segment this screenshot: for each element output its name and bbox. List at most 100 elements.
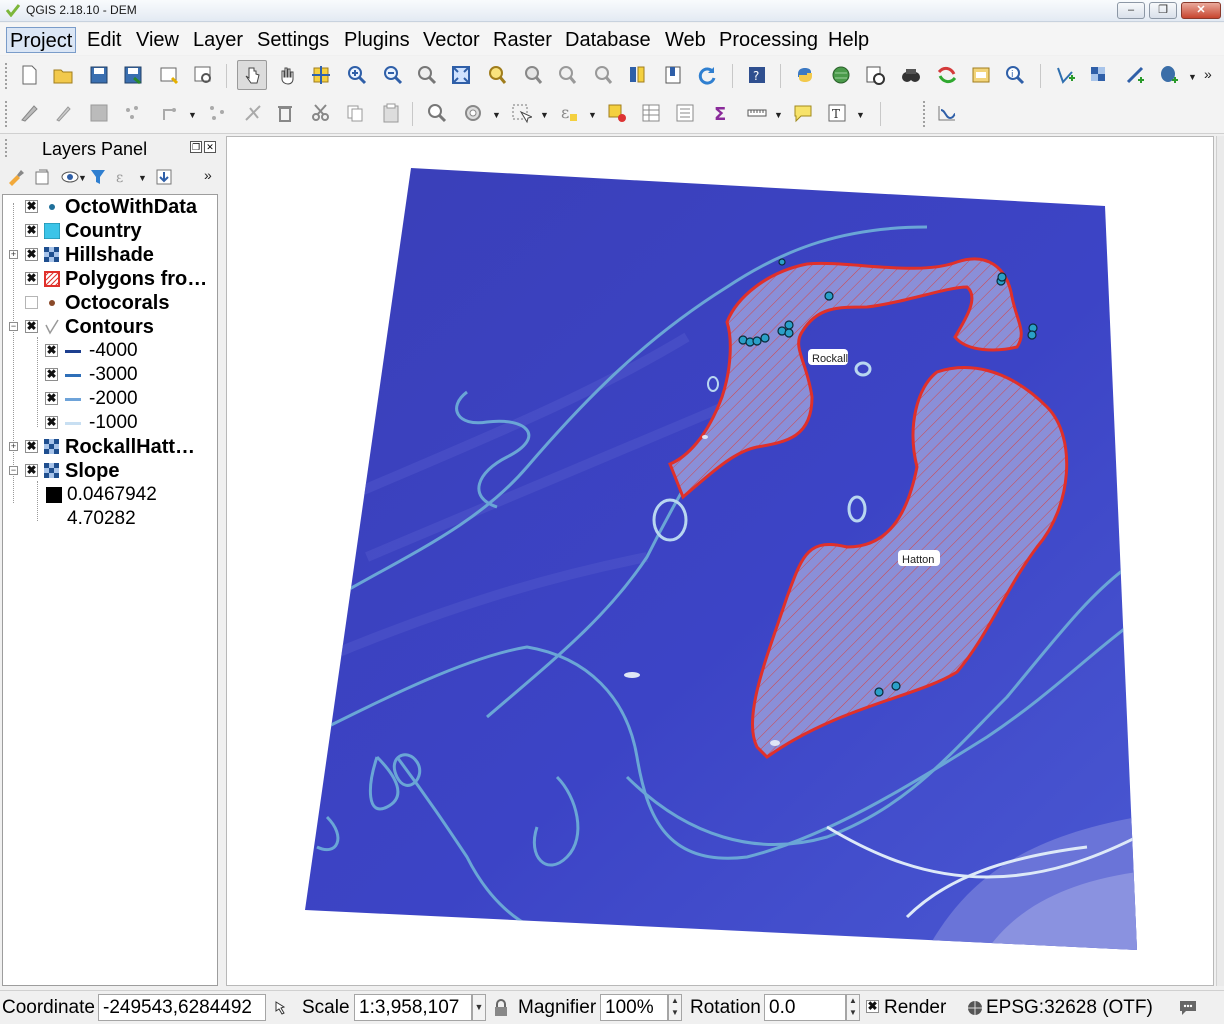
chevron-down-icon[interactable]: ▼ [138, 173, 147, 183]
add-postgis-layer-icon[interactable] [1154, 60, 1184, 90]
close-panel-button[interactable]: ✕ [204, 141, 216, 153]
add-group-icon[interactable] [32, 167, 52, 187]
pan-to-selection-icon[interactable] [306, 60, 336, 90]
measure-line-icon[interactable] [742, 98, 772, 128]
cut-features-icon[interactable] [306, 98, 336, 128]
menu-layer[interactable]: Layer [190, 27, 246, 53]
attribute-table-icon[interactable] [636, 98, 666, 128]
show-bookmarks-icon[interactable] [658, 60, 688, 90]
layer-row-contours[interactable]: − ✖ Contours [3, 315, 217, 339]
expand-toggle[interactable]: + [9, 250, 18, 259]
zoom-in-icon[interactable] [342, 60, 372, 90]
new-project-icon[interactable] [14, 60, 44, 90]
coordinate-field[interactable]: -249543,6284492 [98, 994, 266, 1021]
panel-drag-handle[interactable] [4, 138, 8, 158]
binoculars-icon[interactable] [896, 60, 926, 90]
zoom-next-icon[interactable] [588, 60, 618, 90]
help-icon[interactable]: ? [742, 60, 772, 90]
minimize-button[interactable]: – [1117, 2, 1145, 19]
identify-features-icon[interactable] [422, 98, 452, 128]
class-visibility-checkbox[interactable]: ✖ [45, 368, 58, 381]
pan-map-icon[interactable] [272, 60, 302, 90]
manage-visibility-icon[interactable] [60, 167, 80, 187]
text-annotation-icon[interactable]: T [822, 98, 852, 128]
zoom-out-icon[interactable] [378, 60, 408, 90]
class-visibility-checkbox[interactable]: ✖ [45, 344, 58, 357]
render-checkbox[interactable]: ✖ [866, 1000, 879, 1013]
expand-all-icon[interactable] [154, 167, 174, 187]
menu-view[interactable]: View [133, 27, 182, 53]
save-edits-icon[interactable] [84, 98, 114, 128]
menu-web[interactable]: Web [662, 27, 709, 53]
float-panel-button[interactable]: ❐ [190, 141, 202, 153]
refresh-icon[interactable] [692, 60, 722, 90]
run-feature-action-icon[interactable] [458, 98, 488, 128]
toolbar-handle[interactable] [4, 100, 8, 128]
rotation-spinner[interactable]: ▲ ▼ [846, 994, 860, 1021]
add-vector-layer-icon[interactable] [1050, 60, 1080, 90]
chevron-down-icon[interactable]: ▼ [856, 110, 865, 120]
crs-status[interactable]: EPSG:32628 (OTF) [986, 995, 1153, 1021]
chevron-down-icon[interactable]: ▼ [774, 110, 783, 120]
panel-toolbar-overflow-icon[interactable]: » [204, 167, 212, 183]
filter-expression-icon[interactable]: ε [114, 167, 134, 187]
menu-processing[interactable]: Processing [716, 27, 821, 53]
current-edits-icon[interactable] [14, 98, 44, 128]
menu-plugins[interactable]: Plugins [341, 27, 413, 53]
chevron-down-icon[interactable]: ▼ [78, 173, 87, 183]
chevron-down-icon[interactable]: ▼ [588, 110, 597, 120]
layer-visibility-checkbox[interactable] [25, 296, 38, 309]
style-manager-icon[interactable] [6, 167, 26, 187]
toggle-editing-icon[interactable] [48, 98, 78, 128]
crs-globe-icon[interactable] [966, 999, 984, 1017]
toggle-extents-icon[interactable] [272, 999, 290, 1017]
menu-settings[interactable]: Settings [254, 27, 332, 53]
map-canvas[interactable]: Rockall Hatton [226, 136, 1214, 986]
layer-row-hillshade[interactable]: + ✖ Hillshade [3, 243, 217, 267]
maximize-button[interactable]: ❐ [1149, 2, 1177, 19]
messages-icon[interactable] [1178, 999, 1198, 1017]
deselect-features-icon[interactable] [602, 98, 632, 128]
layer-row-rockallhatton[interactable]: + ✖ RockallHatt… [3, 435, 217, 459]
sample-point[interactable] [784, 328, 794, 338]
zoom-to-selection-icon[interactable] [482, 60, 512, 90]
magnifier-spinner[interactable]: ▲ ▼ [668, 994, 682, 1021]
sample-point[interactable] [778, 258, 786, 266]
class-visibility-checkbox[interactable]: ✖ [45, 392, 58, 405]
collapse-toggle[interactable]: − [9, 466, 18, 475]
add-circular-string-icon[interactable] [156, 98, 186, 128]
layer-visibility-checkbox[interactable]: ✖ [25, 224, 38, 237]
profile-tool-icon[interactable] [932, 98, 962, 128]
identify-plugin-icon[interactable]: i [1000, 60, 1030, 90]
composer-manager-icon[interactable] [188, 60, 218, 90]
copy-features-icon[interactable] [340, 98, 370, 128]
select-by-expression-icon[interactable]: ε [554, 98, 584, 128]
menu-edit[interactable]: Edit [84, 27, 124, 53]
map-tips-icon[interactable] [788, 98, 818, 128]
save-project-icon[interactable] [84, 60, 114, 90]
new-print-composer-icon[interactable] [154, 60, 184, 90]
layer-visibility-checkbox[interactable]: ✖ [25, 200, 38, 213]
layer-visibility-checkbox[interactable]: ✖ [25, 320, 38, 333]
layer-row-octowithdata[interactable]: ✖ OctoWithData [3, 195, 217, 219]
zoom-to-layer-icon[interactable] [518, 60, 548, 90]
toolbar-handle[interactable] [4, 62, 8, 90]
sample-point[interactable] [891, 681, 901, 691]
layer-row-polygons[interactable]: ✖ Polygons fro… [3, 267, 217, 291]
add-feature-icon[interactable] [118, 98, 148, 128]
scale-dropdown-icon[interactable]: ▼ [472, 994, 486, 1021]
contour-class-row[interactable]: ✖ -4000 [3, 339, 217, 363]
save-as-icon[interactable] [118, 60, 148, 90]
metasearch-icon[interactable] [826, 60, 856, 90]
zoom-last-icon[interactable] [552, 60, 582, 90]
new-bookmark-icon[interactable] [622, 60, 652, 90]
chevron-down-icon[interactable]: ▼ [1188, 72, 1197, 82]
sample-point[interactable] [874, 687, 884, 697]
sample-point[interactable] [784, 320, 794, 330]
time-manager-icon[interactable] [860, 60, 890, 90]
chevron-down-icon[interactable]: ▼ [188, 110, 197, 120]
add-raster-layer-icon[interactable] [1084, 60, 1114, 90]
magnifier-field[interactable]: 100% [600, 994, 668, 1021]
menu-database[interactable]: Database [562, 27, 654, 53]
statistical-summary-icon[interactable]: Σ [706, 98, 736, 128]
